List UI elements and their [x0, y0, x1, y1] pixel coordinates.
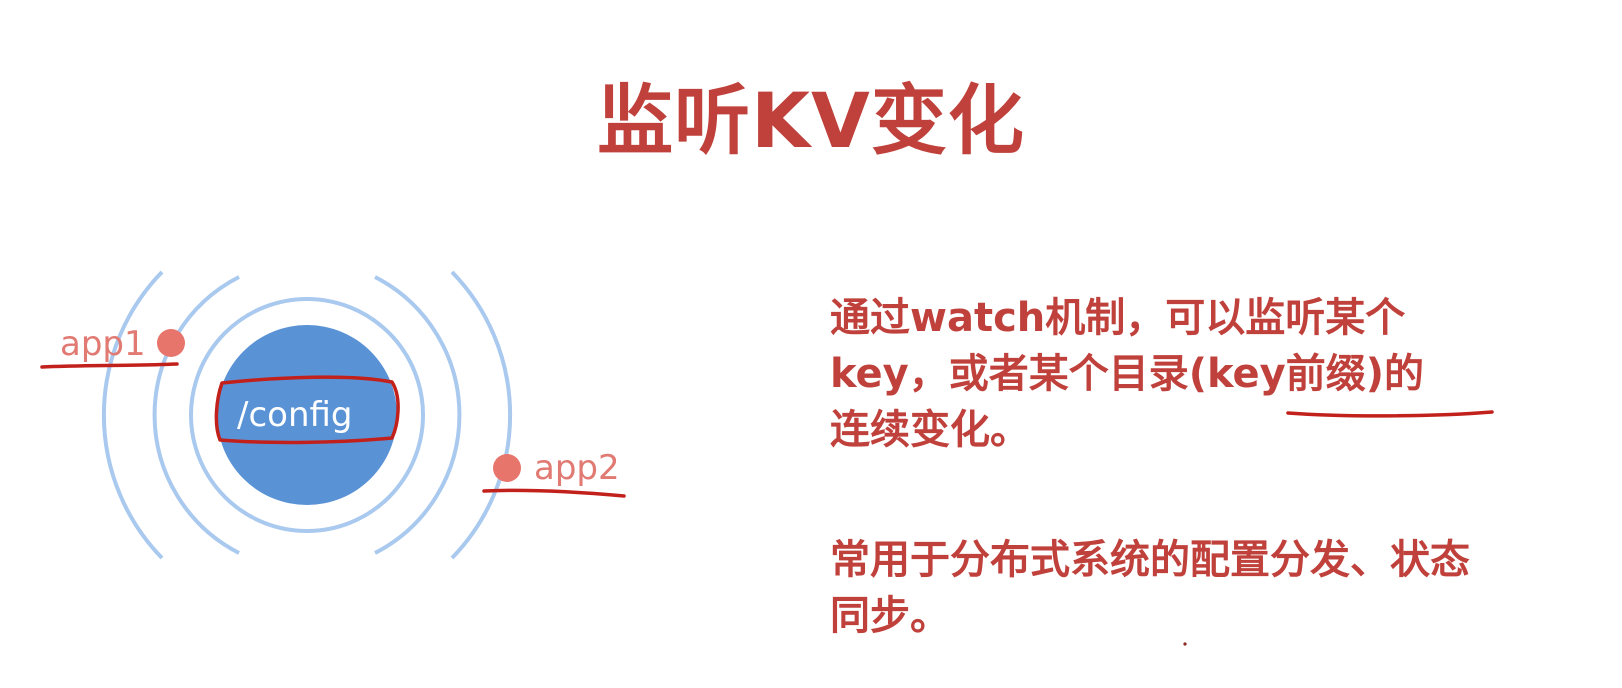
- description-paragraph-2: 常用于分布式系统的配置分发、状态 同步。: [830, 532, 1590, 644]
- description-line-5: 同步。: [830, 593, 950, 639]
- app1-underline: [40, 362, 179, 369]
- description-line-1: 通过watch机制，可以监听某个: [830, 295, 1406, 341]
- app2-underline: [482, 488, 626, 498]
- app1-dot: [157, 329, 185, 357]
- description-line-3: 连续变化。: [830, 407, 1030, 453]
- description-line-4: 常用于分布式系统的配置分发、状态: [830, 537, 1470, 583]
- app1-label: app1: [60, 324, 146, 364]
- app2-label: app2: [534, 448, 620, 488]
- config-node-label: /config: [237, 395, 353, 435]
- description-line-2: key，或者某个目录(key前缀)的: [830, 351, 1425, 397]
- description-paragraph-1: 通过watch机制，可以监听某个 key，或者某个目录(key前缀)的 连续变化…: [830, 290, 1590, 458]
- app2-dot: [493, 454, 521, 482]
